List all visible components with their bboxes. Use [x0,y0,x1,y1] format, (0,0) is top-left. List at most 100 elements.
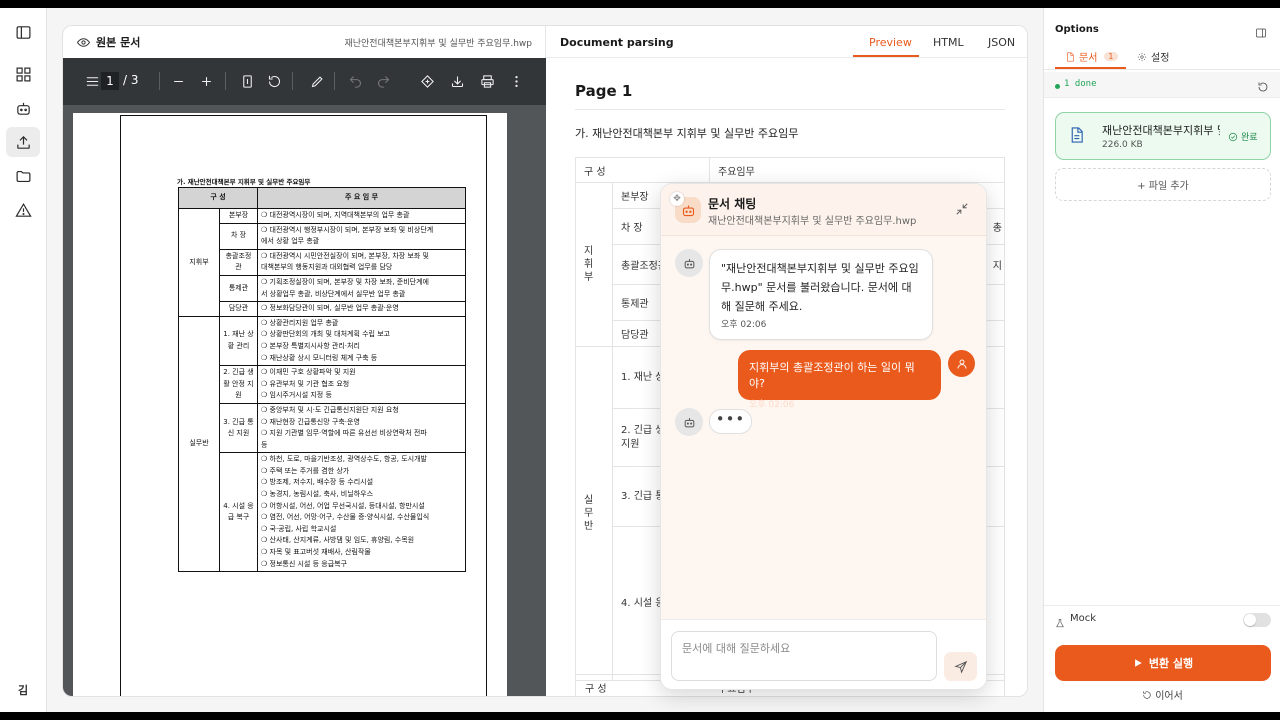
pdf-duty-cell: ❍ 대전광역시 행정부시장이 되며, 본부장 보좌 및 비상단계에서 상황 업무… [257,222,466,250]
tab-json[interactable]: JSON [988,36,1015,49]
toggle-sidebar-button[interactable] [6,17,40,47]
pdf-viewer[interactable]: 가. 재난안전대책본부 지휘부 및 실무반 주요임무 구 성 주 요 임 무 지… [63,105,546,696]
pdf-role-cell: 본부장 [219,208,258,224]
fit-page-icon [242,74,252,88]
tab-preview[interactable]: Preview [869,36,912,49]
pdf-duty-line: ❍ 임시주거시설 지정 등 [261,391,332,400]
eye-icon [77,37,90,47]
resume-label: 이어서 [1155,691,1183,702]
tab-documents-label: 문서 [1079,53,1098,64]
mock-toggle[interactable] [1243,613,1271,627]
undo-icon [349,75,361,88]
pdf-table-row: 4. 시설 응급 복구 ❍ 하천, 도로, 마을기반조성, 광역상수도, 항공, … [179,452,466,573]
tab-settings-label: 설정 [1151,53,1170,64]
pdf-duty-line: 등 [261,440,268,449]
pdf-menu-button[interactable] [83,72,101,90]
chat-input[interactable] [671,631,937,681]
pdf-duty-line: ❍ 대전광역시 행정부시장이 되며, 본부장 보좌 및 비상단계 [261,225,434,234]
redo-button[interactable] [374,72,392,90]
pdf-duty-line: ❍ 주택 또는 주거를 겸한 상가 [261,466,350,475]
bot-avatar [675,408,703,436]
undo-button[interactable] [346,72,364,90]
pdf-page: 가. 재난안전대책본부 지휘부 및 실무반 주요임무 구 성 주 요 임 무 지… [73,113,507,696]
source-filename: 재난안전대책본부지휘부 및 실무반 주요임무.hwp [344,39,532,49]
print-button[interactable] [478,72,496,90]
pdf-duty-line: ❍ 상황관리지원 업무 총괄 [261,318,339,327]
user-message-text: 지휘부의 총괄조정관이 하는 일이 뭐야? [749,361,915,390]
status-text: 1 done [1064,79,1097,89]
pdf-role-cell: 총괄조정관 [219,248,258,276]
run-conversion-button[interactable]: 변환 실행 [1055,645,1271,681]
file-card[interactable]: 재난안전대책본부지휘부 및 실무반 주요임무.hwp 226.0 KB 완료 [1055,112,1271,160]
rotate-icon [268,75,280,87]
hamburger-icon [86,76,98,86]
bot-message-text: "재난안전대책본부지휘부 및 실무반 주요임무.hwp" 문서를 불러왔습니다.… [721,262,919,313]
pdf-role-cell: 2. 긴급 생활 안정 지원 [219,365,258,404]
pdf-duty-line: 에서 상황 업무 총괄 [261,237,320,246]
pdf-duty-line: ❍ 방조제, 저수지, 배수장 등 수리시설 [261,478,374,487]
send-button[interactable] [944,652,977,681]
pdf-duty-line: ❍ 염전, 어선, 어망·어구, 수산물 증·양식시설, 수산물입식 [261,513,430,522]
pdf-duty-line: ❍ 농경지, 농림시설, 축사, 비닐하우스 [261,490,374,499]
pdf-table-row: 차 장 ❍ 대전광역시 행정부시장이 되며, 본부장 보좌 및 비상단계 에서 상황… [179,222,466,250]
pdf-duty-line: ❍ 유관부처 및 기관 협조 요청 [261,379,350,388]
documents-count-badge: 1 [1104,52,1118,61]
user-message-time: 오후 02:06 [749,400,795,410]
pdf-table-row: 통제관 ❍ 기획조정실장이 되며, 본부장 및 차장 보좌, 준비단계에 서 상황업… [179,274,466,303]
toolbar-divider [225,72,226,90]
file-status-text: 완료 [1241,133,1258,143]
upload-icon [16,135,30,149]
fit-page-button[interactable] [238,72,256,90]
run-conversion-label: 변환 실행 [1148,657,1194,670]
pdf-role-cell: 1. 재난 상황 관리 [219,315,258,367]
app-window: 김 원본 문서 재난안전대책본부지휘부 및 실무반 주요임무.hwp 1 / 3 [0,8,1280,712]
printer-icon [480,74,494,88]
zoom-out-button[interactable] [169,72,187,90]
zoom-in-button[interactable] [197,72,215,90]
bot-button[interactable] [6,93,40,123]
more-options-button[interactable] [507,72,525,90]
upload-button[interactable] [6,127,40,157]
options-title: Options [1055,24,1099,35]
minus-icon [173,80,183,82]
pdf-table-row: 실무반 1. 재난 상황 관리 ❍ 상황관리지원 업무 총괄 ❍ 상황판단회의 개최 … [178,315,466,573]
rotate-button[interactable] [265,72,283,90]
pdf-duty-line: ❍ 하천, 도로, 마을기반조성, 광역상수도, 항공, 도시개발 [261,455,427,464]
chat-messages[interactable]: "재난안전대책본부지휘부 및 실무반 주요임무.hwp" 문서를 불러왔습니다.… [661,236,986,619]
folder-icon [16,170,30,182]
play-icon [1134,659,1142,667]
dashboard-button[interactable] [6,59,40,89]
bot-icon [682,205,694,216]
source-header: 원본 문서 재난안전대책본부지휘부 및 실무반 주요임무.hwp [63,26,546,58]
chat-header: ✥ 문서 채팅 재난안전대책본부지휘부 및 실무반 주요임무.hwp [661,184,986,236]
page-number-input[interactable]: 1 [101,72,119,90]
parsed-header-duties: 주요임무 [709,157,1005,183]
drag-handle-icon[interactable]: ✥ [670,192,684,206]
tab-html[interactable]: HTML [933,36,964,49]
user-avatar[interactable]: 김 [12,679,34,701]
download-button[interactable] [448,72,466,90]
tab-documents[interactable]: 문서 1 [1065,49,1118,64]
refresh-button[interactable] [1257,78,1270,92]
parsing-header: Document parsing Preview HTML JSON [546,26,1027,58]
collapse-options-button[interactable] [1255,24,1269,38]
header-divider [546,57,1027,58]
typing-indicator: ••• [709,409,752,434]
add-annotation-button[interactable] [418,72,436,90]
add-file-button[interactable]: + 파일 추가 [1055,168,1271,201]
gear-icon [1137,52,1147,61]
bot-icon [684,258,694,268]
alerts-button[interactable] [6,195,40,225]
left-rail: 김 [0,8,47,712]
minimize-chat-button[interactable] [955,201,973,219]
pdf-duty-line: 대책본부의 행동지원과 대외협력 업무를 담당 [261,263,393,272]
draw-button[interactable] [308,72,326,90]
pdf-duty-cell: ❍ 이재민 구호 상황파악 및 지원 ❍ 유관부처 및 기관 협조 요청 ❍ 임시주… [257,365,466,404]
folder-button[interactable] [6,161,40,191]
sidebar-toggle-icon [16,25,30,39]
tab-settings[interactable]: 설정 [1137,49,1169,64]
file-size: 226.0 KB [1102,140,1143,150]
resume-link[interactable]: 이어서 [1044,687,1280,702]
grid-icon [16,67,30,81]
minimize-icon [956,203,968,215]
